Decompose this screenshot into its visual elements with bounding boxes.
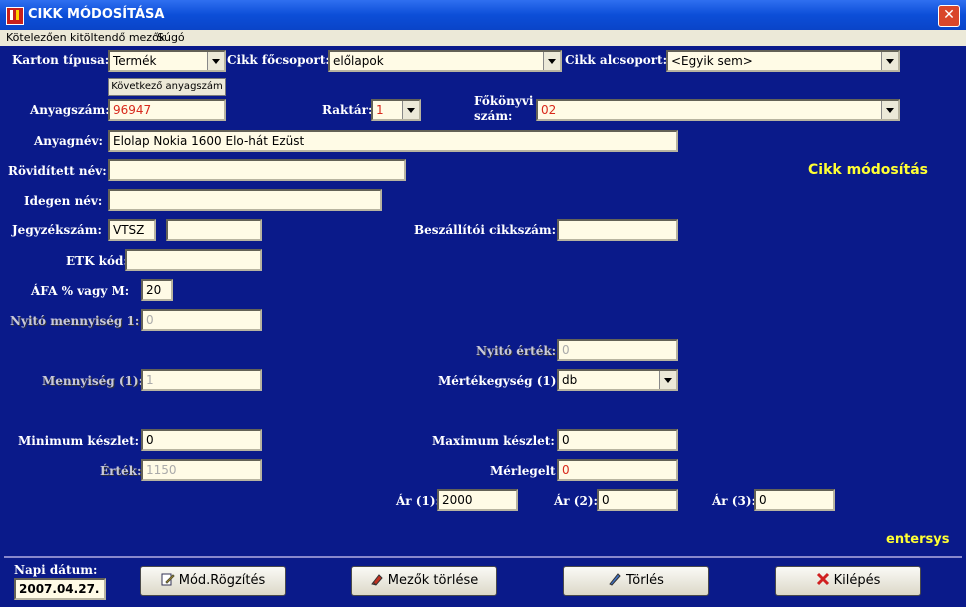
anyagnev-input[interactable]: Elolap Nokia 1600 Elo-hát Ezüst	[108, 130, 678, 152]
alcsoport-select[interactable]: <Egyik sem>	[666, 50, 900, 72]
raktar-label: Raktár:	[322, 103, 373, 117]
fokonyvi-label-1: Főkönyvi	[474, 94, 534, 108]
karton-value: Termék	[113, 54, 157, 68]
menu-required-fields[interactable]: Kötelezően kitöltendő mezők	[6, 31, 165, 44]
edit-icon	[161, 573, 175, 586]
footer-bar: Napi dátum: 2007.04.27. Mód.Rögzítés Mez…	[4, 556, 962, 606]
mertek-value: db	[562, 373, 578, 387]
jegyzek-label: Jegyzékszám:	[12, 223, 102, 237]
menu-bar: Kötelezően kitöltendő mezők Súgó	[0, 30, 966, 46]
beszallitoi-input[interactable]	[557, 219, 678, 241]
afa-label: ÁFA % vagy M:	[31, 284, 130, 298]
ar1-label: Ár (1):	[396, 494, 440, 508]
ertek-input[interactable]: 1150	[141, 459, 262, 481]
ar2-label: Ár (2):	[554, 494, 598, 508]
brand-label: entersys	[886, 532, 950, 547]
alcsoport-label: Cikk alcsoport:	[565, 53, 668, 67]
fokonyvi-label-2: szám:	[474, 109, 513, 123]
close-button[interactable]: ✕	[938, 5, 960, 27]
anyagszam-input[interactable]: 96947	[108, 99, 226, 121]
chevron-down-icon[interactable]	[207, 52, 224, 70]
chevron-down-icon[interactable]	[881, 52, 898, 70]
app-icon	[6, 7, 24, 25]
etk-label: ETK kód:	[66, 254, 128, 268]
save-button[interactable]: Mód.Rögzítés	[140, 566, 286, 596]
form-panel: Karton típusa: Termék Cikk főcsoport: el…	[4, 46, 962, 552]
mertek-label: Mértékegység (1):	[438, 374, 561, 388]
max-input[interactable]: 0	[557, 429, 678, 451]
focsoport-label: Cikk főcsoport:	[227, 53, 330, 67]
window-title: CIKK MÓDOSÍTÁSA	[28, 7, 165, 22]
mennyiseg-input[interactable]: 1	[141, 369, 262, 391]
focsoport-select[interactable]: előlapok	[328, 50, 562, 72]
fokonyvi-value: 02	[541, 103, 557, 117]
jegyzek-prefix[interactable]: VTSZ	[108, 219, 156, 241]
save-button-label: Mód.Rögzítés	[178, 573, 266, 588]
eraser-icon	[370, 574, 383, 586]
jegyzek-input[interactable]	[166, 219, 262, 241]
ar3-input[interactable]: 0	[754, 489, 835, 511]
idegen-input[interactable]	[108, 189, 382, 211]
anyagszam-label: Anyagszám:	[30, 103, 110, 117]
merlegelt-label: Mérlegelt	[490, 464, 556, 478]
page-heading: Cikk módosítás	[808, 162, 929, 178]
delete-button-label: Törlés	[626, 573, 664, 588]
fokonyvi-select[interactable]: 02	[536, 99, 900, 121]
karton-label: Karton típusa:	[12, 53, 110, 67]
ar2-input[interactable]: 0	[597, 489, 678, 511]
chevron-down-icon[interactable]	[402, 101, 419, 119]
clear-fields-button[interactable]: Mezők törlése	[351, 566, 497, 596]
nyito-menny-label: Nyitó mennyiség 1:	[10, 314, 140, 328]
anyagnev-label: Anyagnév:	[34, 134, 103, 148]
date-field: 2007.04.27.	[14, 578, 106, 600]
beszallitoi-label: Beszállítói cikkszám:	[414, 223, 557, 237]
chevron-down-icon[interactable]	[659, 371, 676, 389]
menu-help[interactable]: Súgó	[157, 31, 185, 44]
next-code-button[interactable]: Következő anyagszám	[108, 78, 226, 96]
chevron-down-icon[interactable]	[881, 101, 898, 119]
nyito-ertek-input[interactable]: 0	[557, 339, 678, 361]
ar3-label: Ár (3):	[712, 494, 756, 508]
pencil-icon	[609, 573, 621, 586]
exit-button-label: Kilépés	[833, 573, 881, 588]
max-label: Maximum készlet:	[432, 434, 555, 448]
date-label: Napi dátum:	[14, 563, 98, 577]
delete-button[interactable]: Törlés	[563, 566, 709, 596]
merlegelt-input[interactable]: 0	[557, 459, 678, 481]
min-input[interactable]: 0	[141, 429, 262, 451]
ertek-label: Érték:	[100, 464, 142, 478]
chevron-down-icon[interactable]	[543, 52, 560, 70]
clear-button-label: Mezők törlése	[387, 573, 479, 588]
raktar-select[interactable]: 1	[371, 99, 421, 121]
raktar-value: 1	[376, 103, 384, 117]
ar1-input[interactable]: 2000	[437, 489, 518, 511]
mennyiseg-label: Mennyiség (1):	[42, 374, 143, 388]
idegen-label: Idegen név:	[24, 194, 103, 208]
mertek-select[interactable]: db	[557, 369, 678, 391]
min-label: Minimum készlet:	[18, 434, 140, 448]
nyito-ertek-label: Nyitó érték:	[476, 344, 557, 358]
karton-select[interactable]: Termék	[108, 50, 226, 72]
rovid-label: Rövidített név:	[8, 164, 107, 178]
focsoport-value: előlapok	[333, 54, 384, 68]
afa-input[interactable]: 20	[141, 279, 173, 301]
title-bar: CIKK MÓDOSÍTÁSA ✕	[0, 0, 966, 30]
close-icon	[816, 572, 829, 586]
nyito-menny-input[interactable]: 0	[141, 309, 262, 331]
etk-input[interactable]	[125, 249, 262, 271]
alcsoport-value: <Egyik sem>	[671, 54, 753, 68]
exit-button[interactable]: Kilépés	[775, 566, 921, 596]
rovid-input[interactable]	[108, 159, 406, 181]
